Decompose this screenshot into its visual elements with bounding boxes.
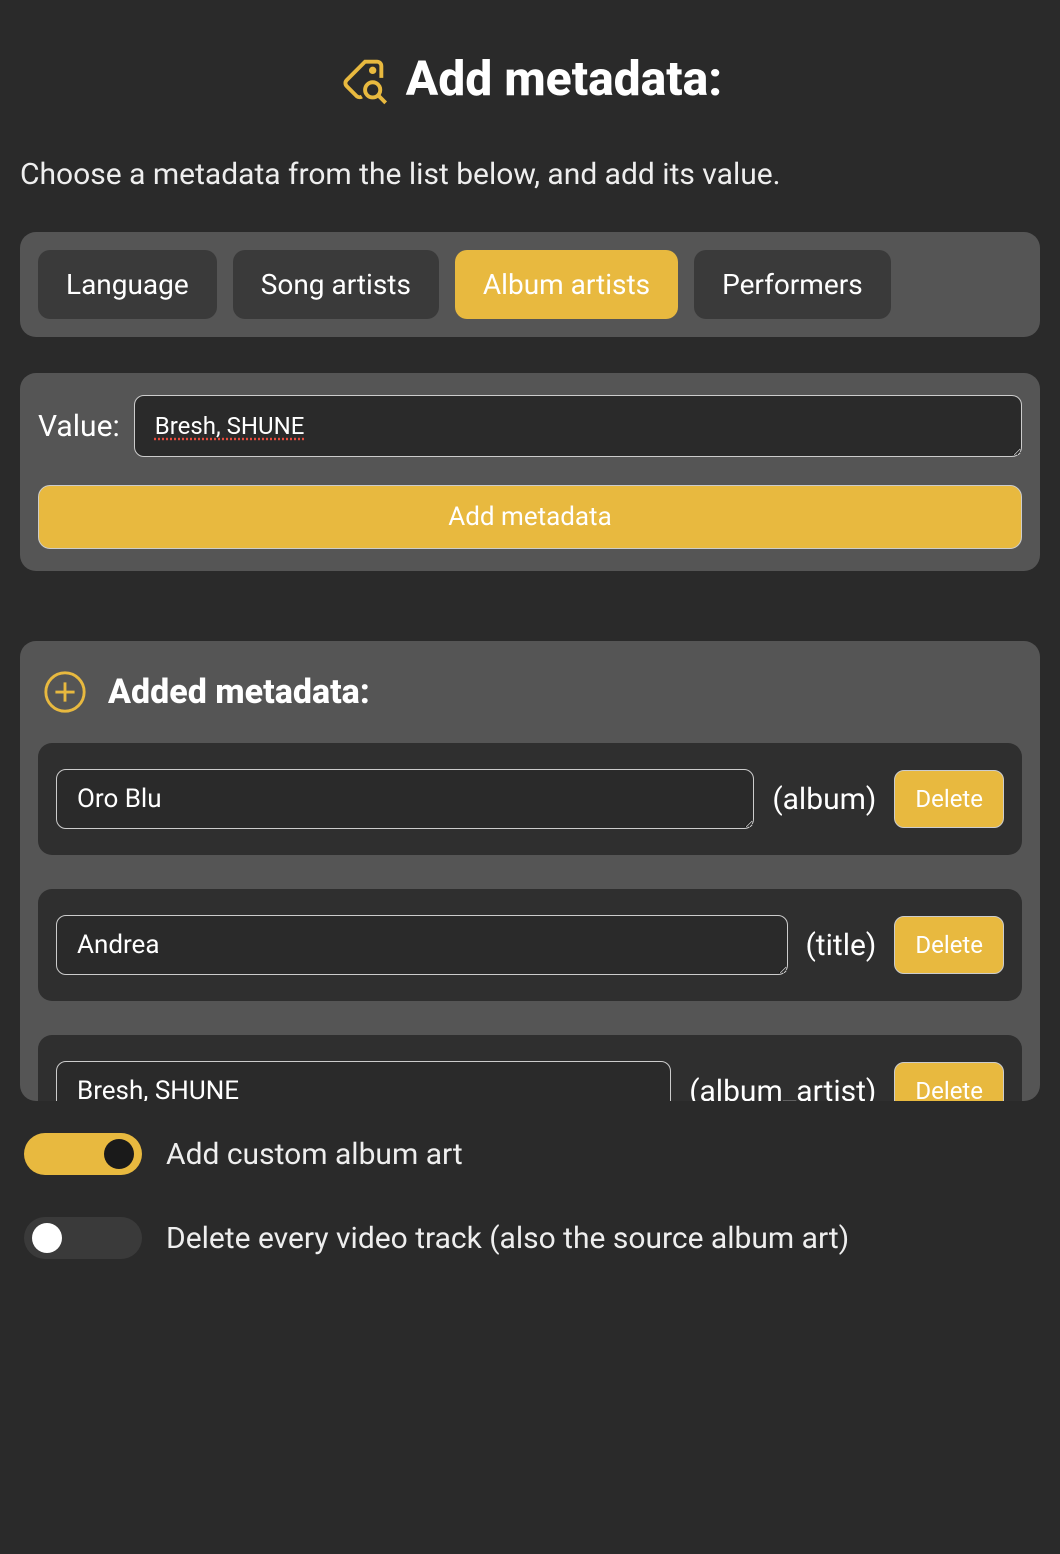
metadata-item-value-input[interactable] — [56, 915, 788, 975]
toggle-label: Add custom album art — [166, 1137, 463, 1172]
metadata-item: (title) Delete — [38, 889, 1022, 1001]
toggle-row-delete-video: Delete every video track (also the sourc… — [24, 1217, 1036, 1259]
delete-button[interactable]: Delete — [894, 1062, 1004, 1101]
page-subtitle: Choose a metadata from the list below, a… — [0, 137, 1060, 232]
added-metadata-panel: Added metadata: (album) Delete (title) D… — [20, 641, 1040, 1101]
value-entry-panel: Value: Add metadata — [20, 373, 1040, 571]
tab-song-artists[interactable]: Song artists — [233, 250, 439, 319]
metadata-item-type: (album_artist) — [689, 1074, 876, 1102]
tab-performers[interactable]: Performers — [694, 250, 891, 319]
toggle-knob — [32, 1223, 62, 1253]
page-title: Add metadata: — [406, 50, 722, 107]
metadata-type-tabs: Language Song artists Album artists Perf… — [20, 232, 1040, 337]
added-metadata-header: Added metadata: — [38, 669, 1022, 715]
metadata-item-value-input[interactable] — [56, 1061, 671, 1101]
tab-album-artists[interactable]: Album artists — [455, 250, 678, 319]
delete-button[interactable]: Delete — [894, 770, 1004, 828]
delete-button[interactable]: Delete — [894, 916, 1004, 974]
toggle-knob — [104, 1139, 134, 1169]
metadata-item-type: (album) — [772, 782, 876, 817]
value-row: Value: — [38, 395, 1022, 457]
toggle-row-album-art: Add custom album art — [24, 1133, 1036, 1175]
toggle-label: Delete every video track (also the sourc… — [166, 1221, 849, 1256]
tab-language[interactable]: Language — [38, 250, 217, 319]
tag-search-icon — [338, 53, 390, 105]
metadata-item-type: (title) — [806, 928, 877, 963]
toggle-delete-video-track[interactable] — [24, 1217, 142, 1259]
toggle-options: Add custom album art Delete every video … — [0, 1101, 1060, 1321]
metadata-value-input[interactable] — [134, 395, 1022, 457]
metadata-item: (album) Delete — [38, 743, 1022, 855]
metadata-item-value-input[interactable] — [56, 769, 754, 829]
page-header: Add metadata: — [0, 0, 1060, 137]
value-label: Value: — [38, 409, 120, 444]
toggle-add-album-art[interactable] — [24, 1133, 142, 1175]
plus-circle-icon — [42, 669, 88, 715]
added-metadata-title: Added metadata: — [108, 672, 370, 712]
metadata-item: (album_artist) Delete — [38, 1035, 1022, 1101]
add-metadata-button[interactable]: Add metadata — [38, 485, 1022, 549]
